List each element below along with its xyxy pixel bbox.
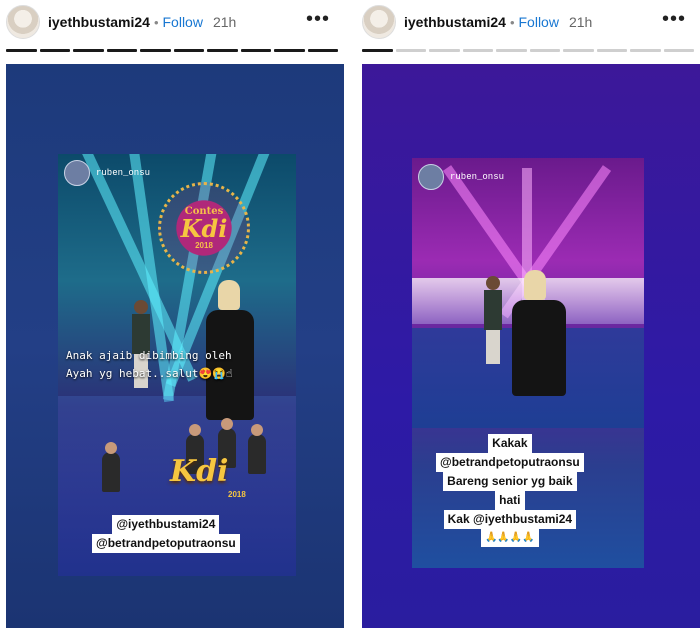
progress-segment	[663, 49, 694, 52]
progress-segment	[307, 49, 338, 52]
reposted-username: ruben_onsu	[450, 172, 505, 182]
progress-segment	[6, 49, 37, 52]
timestamp: 21h	[212, 14, 237, 30]
progress-segment	[496, 49, 527, 52]
mention-tag[interactable]: Kak @iyethbustami24	[443, 510, 577, 529]
username[interactable]: iyethbustami24	[404, 14, 506, 30]
progress-segment	[73, 49, 104, 52]
story-panel-left: iyethbustami24 • Follow 21h ••• ruben_on…	[0, 0, 344, 628]
caption-line: Bareng senior yg baik	[443, 472, 577, 491]
separator-dot: •	[153, 14, 159, 30]
progress-segment	[429, 49, 460, 52]
progress-segment	[39, 49, 70, 52]
story-caption: Anak ajaib dibimbing oleh Ayah yg hebat.…	[66, 347, 232, 383]
more-options-icon[interactable]: •••	[306, 8, 330, 31]
progress-segment	[240, 49, 271, 52]
timestamp: 21h	[568, 14, 593, 30]
progress-segment	[106, 49, 137, 52]
kdi-promo-graphic: Kdi 2018	[98, 418, 278, 504]
progress-segment	[173, 49, 204, 52]
progress-segment	[596, 49, 627, 52]
story-media[interactable]: ruben_onsu Kakak @betrandpetoputraonsu B…	[362, 64, 700, 628]
reposted-avatar	[64, 160, 90, 186]
more-options-icon[interactable]: •••	[662, 8, 686, 31]
story-header: iyethbustami24 • Follow 21h •••	[356, 0, 700, 44]
judge-figure	[102, 442, 120, 492]
promo-year-text: 2018	[228, 490, 246, 499]
reposted-user: ruben_onsu	[418, 164, 504, 190]
progress-segment	[395, 49, 426, 52]
panel-divider	[344, 0, 356, 628]
promo-logo-text: Kdi	[170, 454, 229, 489]
mention-tag[interactable]: @betrandpetoputraonsu	[92, 534, 240, 553]
logo-main-text: Kdi	[180, 214, 228, 243]
story-progress-bar	[6, 49, 338, 52]
progress-segment	[630, 49, 661, 52]
progress-segment	[207, 49, 238, 52]
separator-dot: •	[509, 14, 515, 30]
progress-segment	[563, 49, 594, 52]
kdi-logo: Contes Kdi 2018	[158, 182, 250, 274]
logo-year-text: 2018	[195, 241, 213, 250]
mention-tags: @iyethbustami24 @betrandpetoputraonsu	[92, 515, 240, 553]
story-header: iyethbustami24 • Follow 21h •••	[0, 0, 344, 44]
caption-line: hati	[495, 491, 525, 510]
follow-button[interactable]: Follow	[519, 14, 559, 30]
caption-emoji: 🙏🙏🙏🙏	[480, 529, 539, 547]
story-panel-right: iyethbustami24 • Follow 21h ••• ruben_on…	[356, 0, 700, 628]
story-media[interactable]: ruben_onsu Contes Kdi 2018 Anak ajaib di…	[6, 64, 344, 628]
progress-segment	[362, 49, 393, 52]
story-caption: Kakak @betrandpetoputraonsu Bareng senio…	[436, 434, 584, 547]
boy-figure	[484, 276, 502, 364]
reposted-story-image: ruben_onsu Contes Kdi 2018 Anak ajaib di…	[58, 154, 296, 576]
progress-segment	[529, 49, 560, 52]
avatar[interactable]	[362, 5, 396, 39]
mention-tag[interactable]: @iyethbustami24	[112, 515, 220, 534]
avatar[interactable]	[6, 5, 40, 39]
reposted-story-image: ruben_onsu Kakak @betrandpetoputraonsu B…	[412, 158, 644, 568]
caption-line: Kakak	[488, 434, 532, 453]
woman-figure	[512, 270, 566, 396]
progress-segment	[140, 49, 171, 52]
progress-segment	[462, 49, 493, 52]
mention-tag[interactable]: @betrandpetoputraonsu	[436, 453, 584, 472]
story-progress-bar	[362, 49, 694, 52]
reposted-username: ruben_onsu	[96, 168, 151, 178]
reposted-user: ruben_onsu	[64, 160, 150, 186]
follow-button[interactable]: Follow	[163, 14, 203, 30]
caption-line: Anak ajaib dibimbing oleh	[66, 349, 232, 362]
progress-segment	[274, 49, 305, 52]
caption-line: Ayah yg hebat..salut😍😭☝	[66, 367, 233, 380]
reposted-avatar	[418, 164, 444, 190]
judge-figure	[248, 424, 266, 474]
username[interactable]: iyethbustami24	[48, 14, 150, 30]
